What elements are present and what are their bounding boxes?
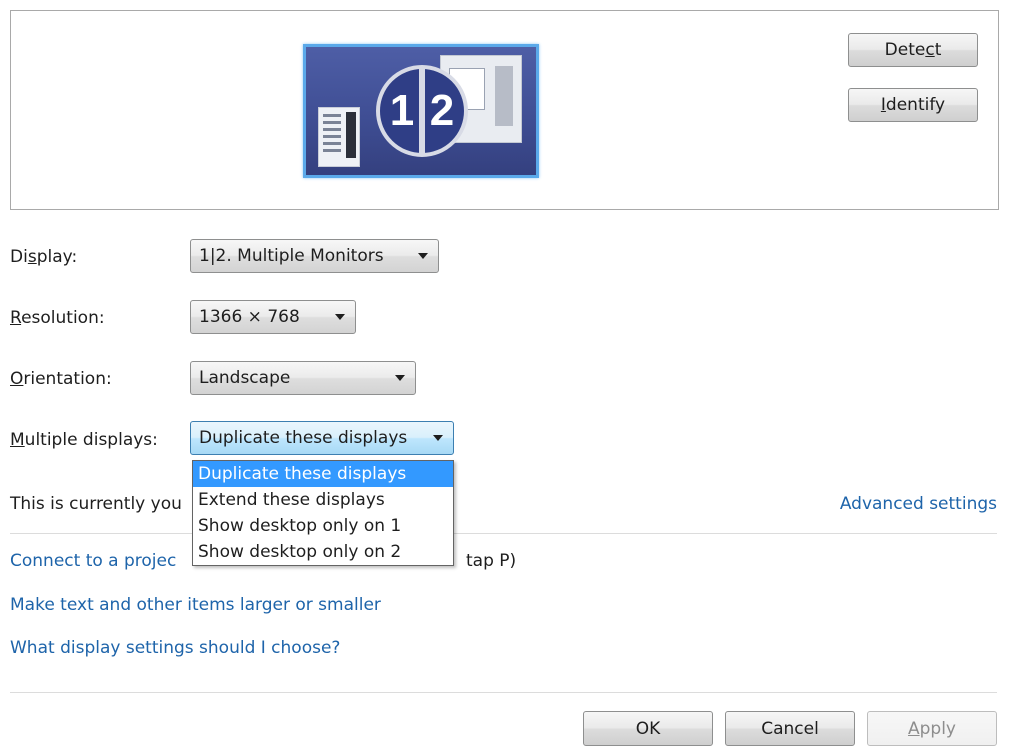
advanced-settings-link[interactable]: Advanced settings	[840, 494, 997, 514]
detect-button[interactable]: Dete c t	[848, 33, 978, 67]
detect-label-post: t	[934, 40, 942, 60]
multiple-displays-select-value: Duplicate these displays	[199, 428, 408, 448]
display-label: Display:	[10, 247, 78, 267]
divider	[10, 692, 997, 693]
mini-window-thumbnail	[318, 107, 360, 167]
monitor-preview-panel: 1 2 Dete c t Identify	[10, 10, 999, 210]
identify-button[interactable]: Identify	[848, 88, 978, 122]
text-size-link[interactable]: Make text and other items larger or smal…	[10, 595, 381, 615]
ok-button[interactable]: OK	[583, 711, 713, 746]
display-select-value: 1|2. Multiple Monitors	[199, 246, 384, 266]
resolution-select[interactable]: 1366 × 768	[190, 300, 356, 334]
orientation-select-value: Landscape	[199, 368, 291, 388]
orientation-label: Orientation:	[10, 369, 112, 389]
monitor-number-1: 1	[389, 86, 415, 135]
identify-label-post: dentify	[885, 95, 946, 115]
detect-label-accel: c	[925, 40, 935, 60]
monitor-1-2-tile[interactable]: 1 2	[303, 44, 539, 178]
dropdown-option-duplicate[interactable]: Duplicate these displays	[193, 461, 453, 487]
connect-projector-shortcut-tail: tap P)	[466, 551, 517, 571]
apply-label-post: pply	[919, 718, 956, 739]
dropdown-option-extend[interactable]: Extend these displays	[193, 487, 453, 513]
multiple-displays-select[interactable]: Duplicate these displays	[190, 421, 454, 455]
display-settings-help-link[interactable]: What display settings should I choose?	[10, 638, 340, 658]
current-display-status-text: This is currently you	[10, 494, 182, 514]
apply-button[interactable]: Apply	[867, 711, 997, 746]
monitor-number-2: 2	[429, 86, 455, 135]
resolution-label: Resolution:	[10, 308, 105, 328]
monitor-number-badge: 1 2	[376, 65, 468, 157]
apply-label-accel: A	[907, 718, 920, 739]
divider	[10, 533, 997, 534]
multiple-displays-dropdown: Duplicate these displays Extend these di…	[192, 460, 454, 566]
chevron-down-icon	[433, 435, 443, 441]
orientation-select[interactable]: Landscape	[190, 361, 416, 395]
display-select[interactable]: 1|2. Multiple Monitors	[190, 239, 439, 273]
chevron-down-icon	[335, 314, 345, 320]
connect-projector-link[interactable]: Connect to a projec	[10, 551, 176, 571]
chevron-down-icon	[418, 253, 428, 259]
cancel-button[interactable]: Cancel	[725, 711, 855, 746]
multiple-displays-label: Multiple displays:	[10, 430, 158, 450]
resolution-select-value: 1366 × 768	[199, 307, 300, 327]
dropdown-option-desktop-only-1[interactable]: Show desktop only on 1	[193, 513, 453, 539]
dropdown-option-desktop-only-2[interactable]: Show desktop only on 2	[193, 539, 453, 565]
detect-label-pre: Dete	[884, 40, 926, 60]
chevron-down-icon	[395, 375, 405, 381]
